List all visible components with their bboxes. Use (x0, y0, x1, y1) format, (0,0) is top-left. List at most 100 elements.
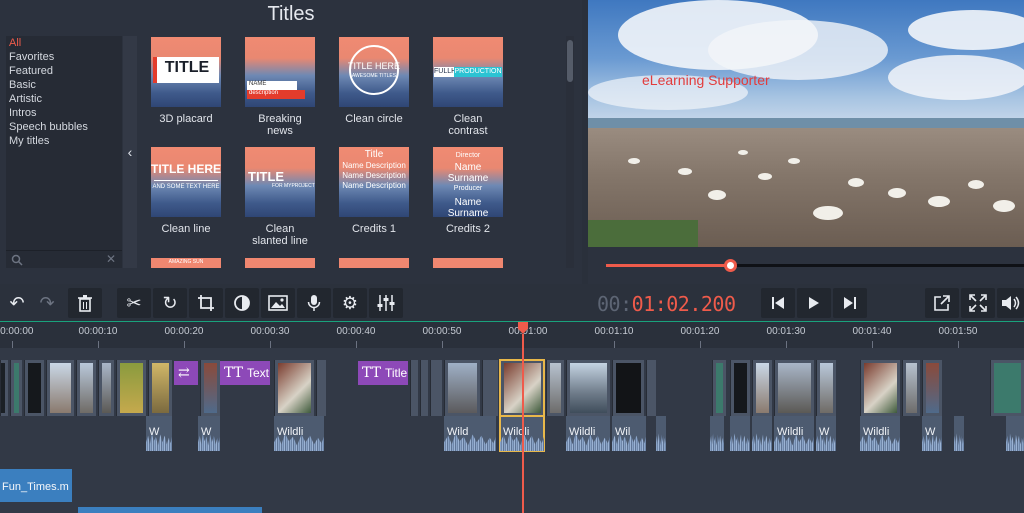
category-my-titles[interactable]: My titles (6, 134, 122, 148)
video-clip[interactable] (730, 360, 750, 416)
video-clip[interactable] (482, 360, 498, 416)
video-clip[interactable] (546, 360, 564, 416)
tile-art-text: TITLE HERE (347, 61, 400, 71)
title-tile-clean-line[interactable]: TITLE HERE AND SOME TEXT HERE Clean line (151, 147, 221, 235)
timeline-ruler[interactable]: 00:00:00 00:00:10 00:00:20 00:00:30 00:0… (0, 322, 1024, 348)
export-button[interactable] (925, 288, 959, 318)
music-clip[interactable] (78, 507, 262, 513)
title-tile-3d-placard[interactable]: TITLE 3D placard (151, 37, 221, 125)
equalizer-button[interactable] (369, 288, 403, 318)
video-clip[interactable] (430, 360, 442, 416)
record-voice-button[interactable] (297, 288, 331, 318)
rotate-button[interactable]: ↻ (153, 288, 187, 318)
title-tile-peek[interactable] (339, 258, 409, 268)
audio-clip[interactable]: Wildli (860, 416, 900, 451)
category-search-input[interactable]: ✕ (6, 250, 122, 268)
video-clip[interactable] (116, 360, 146, 416)
title-tile-peek[interactable] (433, 258, 503, 268)
crop-button[interactable] (189, 288, 223, 318)
title-tile-clean-slanted-line[interactable]: TITLE FOR MYPROJECT Clean slanted line (245, 147, 315, 247)
audio-clip[interactable]: W (198, 416, 220, 451)
skip-back-button[interactable] (761, 288, 795, 318)
title-tile-credits-2[interactable]: Director Name Surname Producer Name Surn… (433, 147, 503, 235)
timeline-tracks[interactable]: ⇄ TT Text TT Title W W Wildli Wild Wildli … (0, 348, 1024, 513)
video-clip[interactable] (410, 360, 418, 416)
audio-clip[interactable]: W (922, 416, 942, 451)
video-preview[interactable]: eLearning Supporter (588, 0, 1024, 247)
color-adjust-button[interactable] (225, 288, 259, 318)
music-clip[interactable]: Fun_Times.m (0, 469, 72, 502)
cut-button[interactable]: ✂ (117, 288, 151, 318)
audio-clip[interactable]: Wil (612, 416, 646, 451)
video-clip[interactable] (76, 360, 96, 416)
audio-clip[interactable]: Wild (444, 416, 496, 451)
video-clip[interactable] (816, 360, 836, 416)
video-clip[interactable] (24, 360, 44, 416)
category-all[interactable]: All (6, 36, 122, 50)
title-tile-breaking-news[interactable]: NAME description Breaking news (245, 37, 315, 137)
tile-sub-text: AND SOME TEXT HERE (152, 184, 220, 190)
audio-clip[interactable] (710, 416, 724, 451)
settings-button[interactable]: ⚙ (333, 288, 367, 318)
seek-bar[interactable] (588, 247, 1024, 284)
title-tile-clean-circle[interactable]: TITLE HERE AWESOME TITLES Clean circle (339, 37, 409, 125)
title-tile-peek[interactable]: AMAZING SUN (151, 258, 221, 268)
audio-clip[interactable]: Wildli (774, 416, 814, 451)
audio-clip[interactable]: W (816, 416, 836, 451)
transition-clip[interactable]: ⇄ (174, 361, 198, 385)
video-clip[interactable] (274, 360, 314, 416)
video-clip[interactable] (752, 360, 772, 416)
video-clip[interactable] (98, 360, 114, 416)
video-clip[interactable] (902, 360, 920, 416)
image-button[interactable] (261, 288, 295, 318)
video-clip[interactable] (148, 360, 172, 416)
undo-button[interactable]: ↶ (0, 284, 34, 322)
video-clip[interactable] (316, 360, 326, 416)
audio-clip[interactable]: Wildli (566, 416, 610, 451)
play-button[interactable] (797, 288, 831, 318)
titles-scrollbar[interactable] (566, 36, 574, 268)
delete-button[interactable] (68, 288, 102, 318)
video-clip[interactable] (566, 360, 610, 416)
category-featured[interactable]: Featured (6, 64, 122, 78)
video-clip[interactable] (444, 360, 480, 416)
volume-button[interactable] (997, 288, 1024, 318)
category-favorites[interactable]: Favorites (6, 50, 122, 64)
audio-clip[interactable] (730, 416, 750, 451)
video-clip[interactable] (420, 360, 428, 416)
category-artistic[interactable]: Artistic (6, 92, 122, 106)
title-tile-credits-1[interactable]: Title Name Description Name Description … (339, 147, 409, 235)
audio-clip[interactable]: Wildli (274, 416, 324, 451)
video-clip[interactable] (46, 360, 74, 416)
tile-sub-text: description (249, 90, 279, 96)
audio-clip[interactable] (1006, 416, 1024, 451)
clear-search-icon[interactable]: ✕ (106, 252, 116, 266)
video-clip[interactable] (774, 360, 814, 416)
video-clip[interactable] (990, 360, 1024, 416)
video-clip[interactable] (860, 360, 900, 416)
title-tile-clean-contrast[interactable]: FULLHD PRODUCTION Clean contrast (433, 37, 503, 137)
audio-clip[interactable] (656, 416, 666, 451)
video-clip[interactable] (646, 360, 656, 416)
video-clip[interactable] (612, 360, 644, 416)
category-speech-bubbles[interactable]: Speech bubbles (6, 120, 122, 134)
skip-forward-button[interactable] (833, 288, 867, 318)
video-clip[interactable] (200, 360, 220, 416)
video-clip[interactable] (712, 360, 726, 416)
redo-button[interactable]: ↷ (30, 284, 64, 322)
fullscreen-button[interactable] (961, 288, 995, 318)
audio-clip[interactable]: W (146, 416, 172, 451)
title-clip-text[interactable]: TT Text (220, 361, 270, 385)
category-intros[interactable]: Intros (6, 106, 122, 120)
category-basic[interactable]: Basic (6, 78, 122, 92)
video-clip[interactable] (922, 360, 942, 416)
title-clip-title[interactable]: TT Title (358, 361, 408, 385)
video-clip[interactable] (10, 360, 22, 416)
seek-track[interactable] (606, 259, 1024, 272)
audio-clip[interactable] (954, 416, 964, 451)
collapse-categories-button[interactable]: ‹ (123, 36, 137, 268)
title-tile-peek[interactable] (245, 258, 315, 268)
seek-handle[interactable] (724, 259, 738, 272)
audio-clip[interactable] (752, 416, 772, 451)
video-clip[interactable] (0, 360, 8, 416)
